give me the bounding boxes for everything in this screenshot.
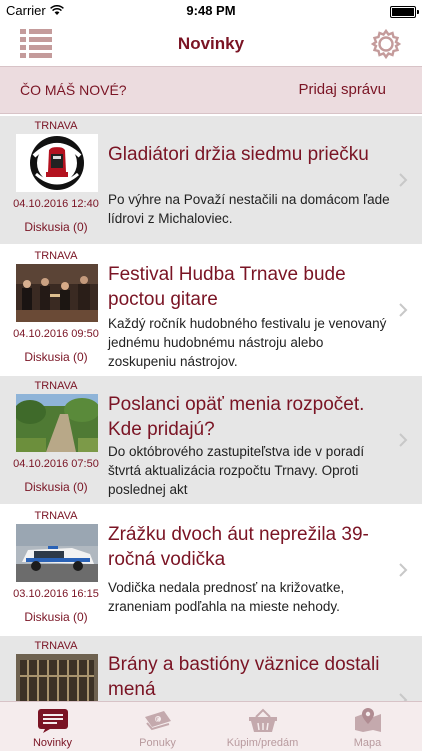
article-list: TRNAVA 04.10.2016 12:40 Diskusia (0) Gla… xyxy=(0,116,422,701)
article-title: Poslanci opäť menia rozpočet. Kde pridaj… xyxy=(108,394,365,440)
tab-map[interactable]: Mapa xyxy=(315,702,420,751)
tab-label: Mapa xyxy=(353,737,382,749)
add-message-button[interactable]: Pridaj správu xyxy=(298,81,386,98)
article-item[interactable]: TRNAVA 04.10.2016 07:50 Diskusia (0) Pos… xyxy=(0,376,422,504)
basket-icon xyxy=(249,708,277,732)
article-thumbnail xyxy=(16,134,98,192)
article-thumbnail xyxy=(16,524,98,582)
offers-icon: € xyxy=(145,711,171,731)
settings-button[interactable] xyxy=(370,28,402,60)
article-excerpt: Do októbrového zastupiteľstva ide v pora… xyxy=(108,444,365,497)
park-path-photo-image xyxy=(16,394,98,452)
chevron-right-icon xyxy=(399,563,408,577)
article-city: TRNAVA xyxy=(34,640,78,652)
battery-icon xyxy=(390,6,419,18)
gear-icon xyxy=(370,28,402,60)
chevron-right-icon xyxy=(399,433,408,447)
discussion-link[interactable]: Diskusia (0) xyxy=(8,350,104,364)
svg-text:€: € xyxy=(156,717,160,724)
tab-buy-sell[interactable]: Kúpim/predám xyxy=(210,702,315,751)
article-title: Zrážku dvoch áut neprežila 39-ročná vodi… xyxy=(108,524,369,570)
article-excerpt: Každý ročník hudobného festivalu je veno… xyxy=(108,316,387,369)
article-city: TRNAVA xyxy=(34,380,78,392)
article-item[interactable]: TRNAVA Brány a bastióny väznice dostali … xyxy=(0,636,422,701)
police-car-photo-image xyxy=(16,524,98,582)
map-icon xyxy=(355,708,381,732)
article-city: TRNAVA xyxy=(34,250,78,262)
article-excerpt: Vodička nedala prednosť na križovatke, z… xyxy=(108,580,345,614)
article-date: 04.10.2016 12:40 xyxy=(13,198,99,210)
article-item[interactable]: TRNAVA 03.10.2016 16:15 Diskusia (0) Zrá… xyxy=(0,506,422,634)
prison-gate-photo-image xyxy=(16,654,98,701)
page-title: Novinky xyxy=(177,34,245,53)
action-bar: ČO MÁŠ NOVÉ? Pridaj správu xyxy=(0,66,422,114)
discussion-link[interactable]: Diskusia (0) xyxy=(8,610,104,624)
article-title: Festival Hudba Trnave bude poctou gitare xyxy=(108,264,346,310)
tab-bar: Novinky € Ponuky Kúpim/predám Mapa xyxy=(0,701,422,751)
status-bar: Carrier 9:48 PM xyxy=(0,0,422,22)
chevron-right-icon xyxy=(399,303,408,317)
discussion-link[interactable]: Diskusia (0) xyxy=(8,220,104,234)
tab-label: Novinky xyxy=(32,737,73,749)
news-icon xyxy=(38,709,68,733)
gladiators-logo-image xyxy=(16,134,98,192)
article-title: Brány a bastióny väznice dostali mená xyxy=(108,654,380,700)
chevron-right-icon xyxy=(399,693,408,701)
article-item[interactable]: TRNAVA 04.10.2016 12:40 Diskusia (0) Gla… xyxy=(0,116,422,244)
concert-photo-image xyxy=(16,264,98,322)
article-date: 04.10.2016 07:50 xyxy=(13,458,99,470)
nav-bar: Novinky xyxy=(0,22,422,66)
article-date: 03.10.2016 16:15 xyxy=(13,588,99,600)
clock: 9:48 PM xyxy=(186,3,236,18)
article-thumbnail xyxy=(16,264,98,322)
article-city: TRNAVA xyxy=(34,510,78,522)
tab-news[interactable]: Novinky xyxy=(0,702,105,751)
article-city: TRNAVA xyxy=(34,120,78,132)
article-thumbnail xyxy=(16,394,98,452)
whats-new-button[interactable]: ČO MÁŠ NOVÉ? xyxy=(20,82,127,98)
article-title: Gladiátori držia siedmu priečku xyxy=(108,144,369,165)
article-thumbnail xyxy=(16,654,98,701)
tab-offers[interactable]: € Ponuky xyxy=(105,702,210,751)
article-date: 04.10.2016 09:50 xyxy=(13,328,99,340)
tab-label: Kúpim/predám xyxy=(226,737,299,749)
article-item[interactable]: TRNAVA 04.10.2016 09:50 Diskusia (0) Fes… xyxy=(0,246,422,374)
article-excerpt: Po výhre na Považí nestačili na domácom … xyxy=(108,192,390,226)
tab-label: Ponuky xyxy=(139,737,176,749)
chevron-right-icon xyxy=(399,173,408,187)
discussion-link[interactable]: Diskusia (0) xyxy=(8,480,104,494)
